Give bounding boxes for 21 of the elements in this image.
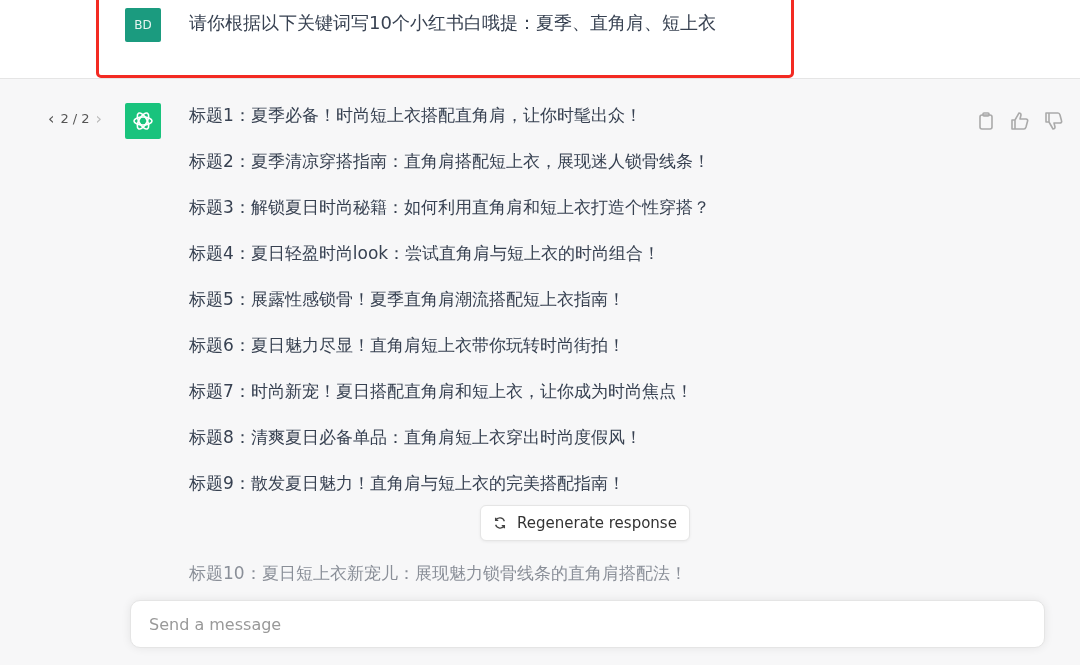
message-input[interactable]: Send a message	[130, 600, 1045, 648]
response-line: 标题10：夏日短上衣新宠儿：展现魅力锁骨线条的直角肩搭配法！	[189, 562, 688, 585]
regenerate-button[interactable]: Regenerate response	[480, 505, 690, 541]
response-line: 标题3：解锁夏日时尚秘籍：如何利用直角肩和短上衣打造个性穿搭？	[189, 196, 710, 219]
page-counter: 2 / 2	[60, 111, 90, 126]
response-line: 标题5：展露性感锁骨！夏季直角肩潮流搭配短上衣指南！	[189, 288, 626, 311]
previous-button[interactable]: ‹	[48, 109, 55, 128]
response-line: 标题4：夏日轻盈时尚look：尝试直角肩与短上衣的时尚组合！	[189, 242, 662, 265]
user-avatar: BD	[125, 8, 161, 42]
clipboard-icon[interactable]	[976, 111, 996, 131]
thumbs-down-icon[interactable]	[1044, 111, 1064, 131]
thumbs-up-icon[interactable]	[1010, 111, 1030, 131]
user-message: 请你根据以下关键词写10个小红书白哦提：夏季、直角肩、短上衣	[189, 11, 716, 35]
response-line: 标题7：时尚新宠！夏日搭配直角肩和短上衣，让你成为时尚焦点！	[189, 380, 694, 403]
knot-logo-icon	[131, 109, 155, 133]
response-line: 标题9：散发夏日魅力！直角肩与短上衣的完美搭配指南！	[189, 472, 626, 495]
response-line: 标题1：夏季必备！时尚短上衣搭配直角肩，让你时髦出众！	[189, 104, 643, 127]
refresh-icon	[493, 516, 508, 530]
response-line: 标题8：清爽夏日必备单品：直角肩短上衣穿出时尚度假风！	[189, 426, 643, 449]
response-line: 标题2：夏季清凉穿搭指南：直角肩搭配短上衣，展现迷人锁骨线条！	[189, 150, 710, 173]
response-line: 标题6：夏日魅力尽显！直角肩短上衣带你玩转时尚街拍！	[189, 334, 626, 357]
